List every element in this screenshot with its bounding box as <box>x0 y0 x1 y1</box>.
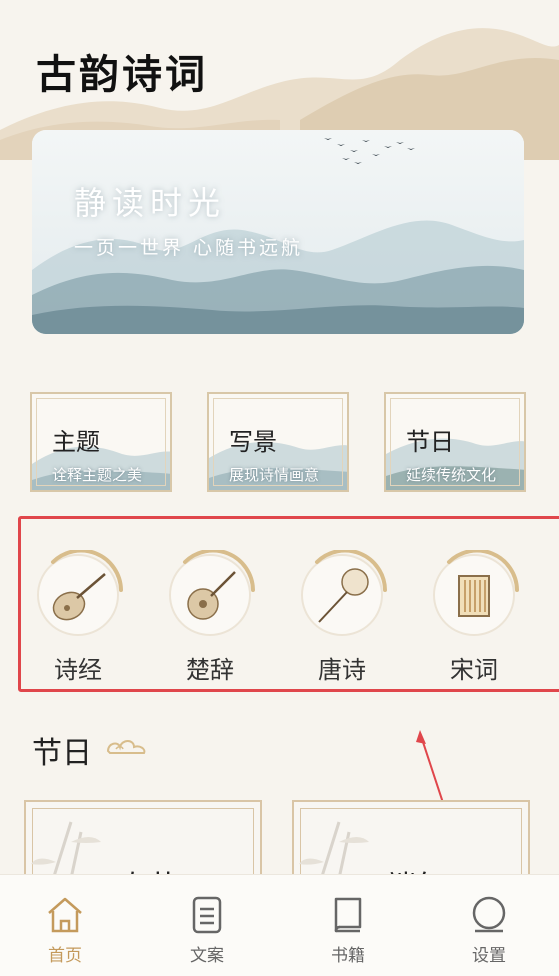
category-subtitle: 延续传统文化 <box>406 466 497 484</box>
tab-copywriting[interactable]: 文案 <box>162 875 252 976</box>
book-icon <box>334 897 362 933</box>
category-subtitle: 诠释主题之美 <box>52 466 143 484</box>
tab-books[interactable]: 书籍 <box>303 875 393 976</box>
hero-subtitle: 一页一世界 心随书远航 <box>74 237 304 259</box>
settings-icon <box>472 896 506 933</box>
app-title: 古韵诗词 <box>36 51 208 98</box>
tab-label: 设置 <box>472 946 506 966</box>
hero-landscape <box>32 130 524 334</box>
hero-banner[interactable] <box>32 130 524 334</box>
tab-label: 文案 <box>190 946 224 966</box>
cloud-decoration-icon <box>106 740 146 754</box>
category-title: 写景 <box>229 428 277 456</box>
classic-item-shijing[interactable]: 诗经 <box>30 548 126 685</box>
classic-label: 诗经 <box>54 656 102 684</box>
tab-home[interactable]: 首页 <box>20 875 110 976</box>
classic-label: 宋词 <box>450 656 498 684</box>
category-card-scenery[interactable]: 写景 展现诗情画意 <box>207 392 349 492</box>
tab-label: 书籍 <box>331 946 365 966</box>
classic-item-chuci[interactable]: 楚辞 <box>162 548 258 685</box>
tab-label: 首页 <box>48 946 82 966</box>
tab-settings[interactable]: 设置 <box>444 875 534 976</box>
classic-label: 楚辞 <box>186 656 234 684</box>
document-icon <box>192 896 222 934</box>
bottom-tab-bar: 首页 文案 书籍 设置 <box>0 874 559 976</box>
home-icon <box>48 897 82 933</box>
category-title: 主题 <box>52 428 100 456</box>
fan-icon <box>297 548 387 640</box>
hero-title: 静读时光 <box>74 184 227 222</box>
classic-label: 唐诗 <box>318 656 366 684</box>
classic-item-tangshi[interactable]: 唐诗 <box>294 548 390 685</box>
category-card-theme[interactable]: 主题 诠释主题之美 <box>30 392 172 492</box>
ruan-icon <box>165 548 255 640</box>
section-title-festival: 节日 <box>32 736 92 771</box>
category-title: 节日 <box>406 428 454 456</box>
pipa-icon <box>33 548 123 640</box>
classic-item-songci[interactable]: 宋词 <box>426 548 522 685</box>
category-subtitle: 展现诗情画意 <box>229 466 320 484</box>
book-scroll-icon <box>429 548 519 640</box>
category-card-festival[interactable]: 节日 延续传统文化 <box>384 392 526 492</box>
